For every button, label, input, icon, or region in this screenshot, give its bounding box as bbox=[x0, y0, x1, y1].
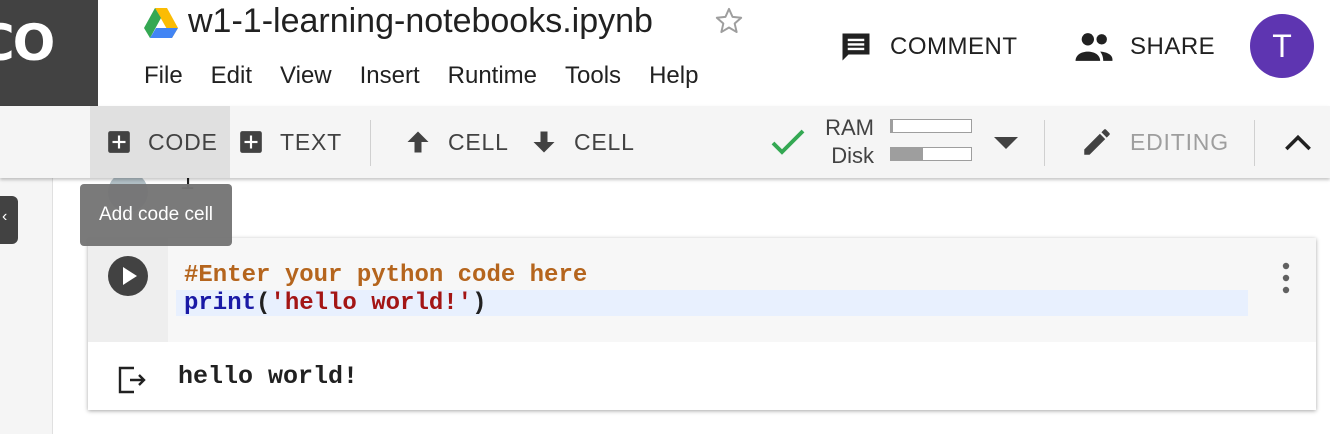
code-paren-open: ( bbox=[256, 290, 271, 317]
notebook-toolbar: CODE TEXT CELL CELL RAM Disk EDITING bbox=[0, 106, 1330, 178]
tooltip: Add code cell bbox=[80, 184, 232, 246]
resource-monitor[interactable]: RAM Disk bbox=[822, 114, 874, 170]
add-text-label: TEXT bbox=[280, 128, 342, 155]
output-redirect-icon[interactable] bbox=[116, 364, 148, 396]
add-code-label: CODE bbox=[148, 128, 218, 155]
add-box-icon bbox=[240, 131, 262, 153]
code-string: 'hello world!' bbox=[270, 290, 473, 317]
arrow-down-icon bbox=[533, 131, 555, 153]
cell-up-label: CELL bbox=[448, 128, 509, 155]
notebook-title[interactable]: w1-1-learning-notebooks.ipynb bbox=[188, 2, 653, 41]
menu-file[interactable]: File bbox=[144, 62, 197, 90]
code-function: print bbox=[184, 290, 257, 317]
code-editor[interactable]: #Enter your python code here print('hell… bbox=[168, 238, 1316, 342]
menu-runtime[interactable]: Runtime bbox=[448, 62, 551, 90]
share-button[interactable]: SHARE bbox=[1074, 26, 1215, 68]
toolbar-divider bbox=[1044, 120, 1045, 166]
ram-usage-bar bbox=[890, 119, 972, 133]
chevron-left-icon: ‹ bbox=[2, 208, 8, 225]
menu-help[interactable]: Help bbox=[649, 62, 712, 90]
toolbar-divider bbox=[370, 120, 371, 166]
comment-label: COMMENT bbox=[890, 33, 1018, 60]
cell-down-label: CELL bbox=[574, 128, 635, 155]
code-cell[interactable]: #Enter your python code here print('hell… bbox=[88, 238, 1316, 410]
add-code-button[interactable]: CODE bbox=[90, 106, 230, 178]
colab-logo[interactable]: CO bbox=[0, 0, 98, 106]
more-vert-icon[interactable] bbox=[1274, 260, 1298, 296]
google-drive-icon[interactable] bbox=[144, 8, 178, 38]
editing-label: EDITING bbox=[1130, 128, 1229, 155]
disk-usage-bar bbox=[890, 147, 972, 161]
editing-mode-button[interactable]: EDITING bbox=[1080, 106, 1229, 178]
code-line-1: #Enter your python code here bbox=[184, 262, 587, 289]
people-icon bbox=[1075, 33, 1113, 61]
code-line-2: print('hello world!') bbox=[184, 290, 486, 317]
add-text-button[interactable]: TEXT bbox=[238, 106, 342, 178]
cell-gutter bbox=[88, 238, 168, 342]
caret-down-icon[interactable] bbox=[994, 136, 1018, 150]
ram-label: RAM bbox=[825, 115, 874, 140]
arrow-up-icon bbox=[407, 131, 429, 153]
toolbar-divider bbox=[1254, 120, 1255, 166]
run-cell-button[interactable] bbox=[108, 256, 148, 296]
play-icon bbox=[123, 267, 137, 285]
ram-usage-fill bbox=[891, 120, 894, 132]
logo-text: CO bbox=[0, 14, 55, 72]
avatar[interactable]: T bbox=[1250, 14, 1314, 78]
comment-icon bbox=[842, 33, 870, 61]
menu-edit[interactable]: Edit bbox=[211, 62, 266, 90]
chevron-up-icon[interactable] bbox=[1284, 130, 1312, 154]
move-cell-down-button[interactable]: CELL bbox=[530, 106, 635, 178]
tooltip-text: Add code cell bbox=[98, 204, 214, 225]
menu-view[interactable]: View bbox=[280, 62, 346, 90]
menu-insert[interactable]: Insert bbox=[360, 62, 434, 90]
avatar-letter: T bbox=[1272, 27, 1292, 64]
cell-output: hello world! bbox=[88, 342, 1316, 410]
menu-tools[interactable]: Tools bbox=[565, 62, 635, 90]
disk-label: Disk bbox=[831, 143, 874, 168]
menu-bar: File Edit View Insert Runtime Tools Help bbox=[144, 62, 726, 90]
disk-usage-fill bbox=[891, 148, 923, 160]
share-label: SHARE bbox=[1130, 33, 1216, 60]
code-comment: #Enter your python code here bbox=[184, 262, 588, 289]
check-icon bbox=[771, 129, 805, 155]
code-paren-close: ) bbox=[472, 290, 487, 317]
star-icon[interactable] bbox=[712, 4, 746, 38]
sidebar-toggle[interactable]: ‹ bbox=[0, 196, 18, 244]
add-box-icon bbox=[108, 131, 130, 153]
move-cell-up-button[interactable]: CELL bbox=[404, 106, 509, 178]
output-text: hello world! bbox=[178, 362, 359, 391]
comment-button[interactable]: COMMENT bbox=[838, 26, 1017, 68]
pencil-icon bbox=[1084, 129, 1110, 155]
